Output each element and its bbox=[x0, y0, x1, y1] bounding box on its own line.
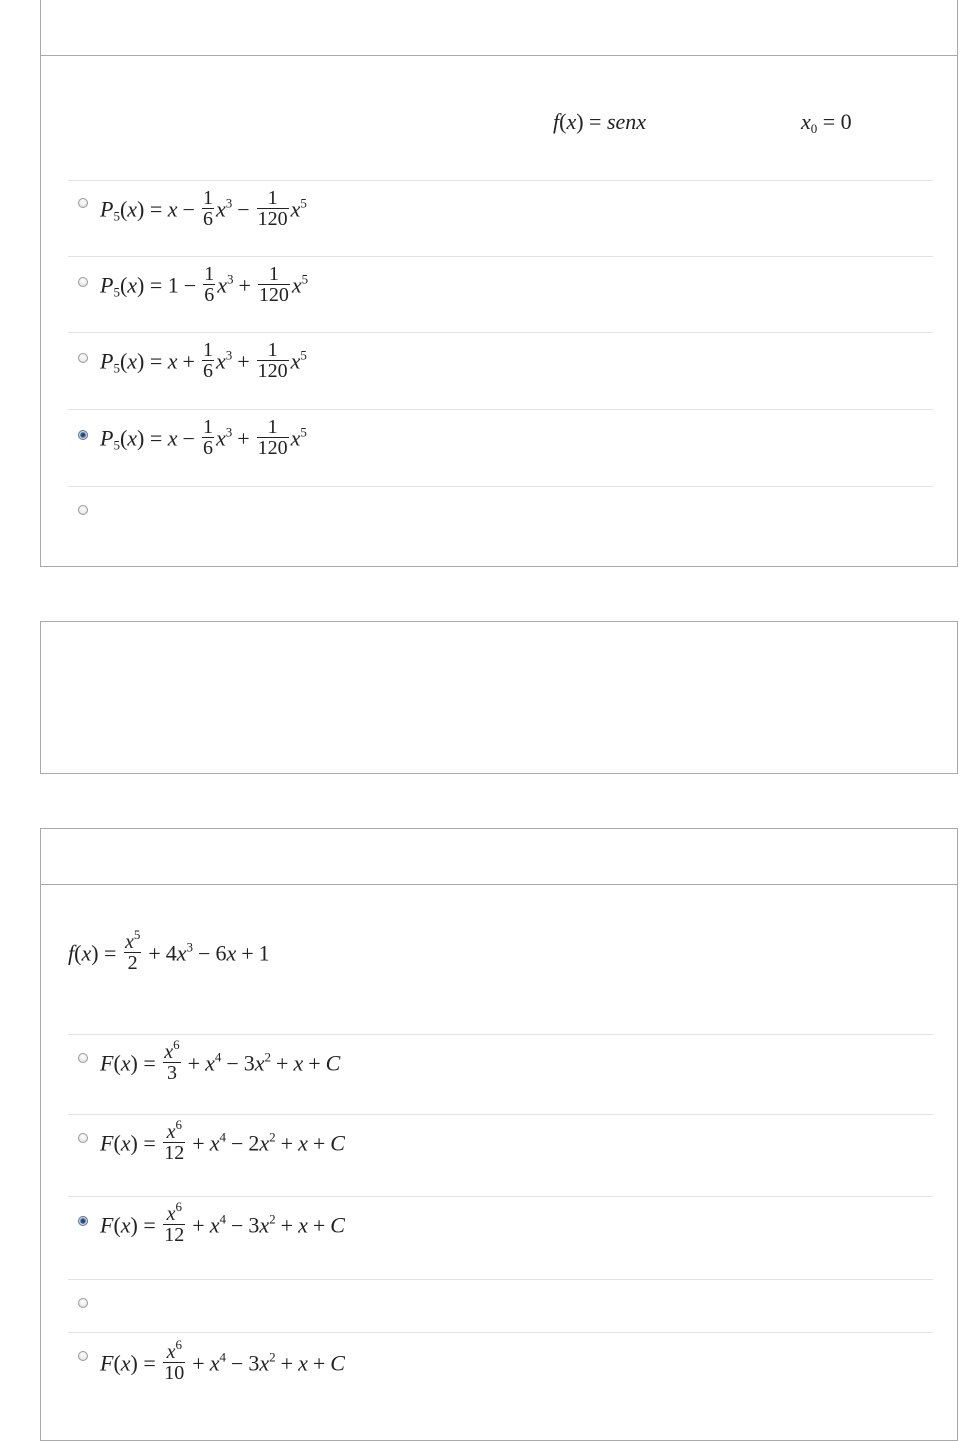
radio-button[interactable] bbox=[78, 1053, 88, 1063]
question-header bbox=[41, 829, 957, 885]
answer-option[interactable]: F(x) = x6 12 + x4−2x2 + x + C bbox=[68, 1114, 933, 1196]
radio-button-selected[interactable] bbox=[78, 430, 88, 440]
answer-option[interactable]: F(x) = x6 10 + x4−3x2 + x + C bbox=[68, 1332, 933, 1422]
radio-button[interactable] bbox=[78, 1133, 88, 1143]
option-formula: F(x) = x6 12 + x4−2x2 + x + C bbox=[100, 1117, 345, 1164]
radio-button[interactable] bbox=[78, 1351, 88, 1361]
option-formula: P5(x) = x +1 6 x3 +1 120 x5 bbox=[100, 339, 307, 382]
question-card-3: f(x) = x5 2 +4x3−6x +1 F(x) = x6 3 + x4−3x2 + x +… bbox=[40, 828, 958, 1441]
radio-button[interactable] bbox=[78, 1298, 88, 1308]
expansion-point: x0 = 0 bbox=[801, 109, 852, 136]
option-formula: P5(x) = 1−1 6 x3 +1 120 x5 bbox=[100, 263, 309, 306]
option-formula: F(x) = x6 12 + x4−3x2 + x + C bbox=[100, 1199, 345, 1246]
answer-option[interactable] bbox=[68, 486, 933, 546]
radio-button[interactable] bbox=[78, 505, 88, 515]
option-formula: P5(x) = x −1 6 x3 +1 120 x5 bbox=[100, 416, 307, 459]
answer-option[interactable]: P5(x) = 1−1 6 x3 +1 120 x5 bbox=[68, 256, 933, 333]
answer-option[interactable]: P5(x) = x −1 6 x3−1 120 x5 bbox=[68, 180, 933, 257]
option-formula: F(x) = x6 10 + x4−3x2 + x + C bbox=[100, 1337, 345, 1384]
answer-option[interactable]: P5(x) = x −1 6 x3 +1 120 x5 bbox=[68, 409, 933, 486]
answer-option[interactable]: P5(x) = x +1 6 x3 +1 120 x5 bbox=[68, 332, 933, 409]
question-card-2 bbox=[40, 621, 958, 774]
answer-option[interactable]: F(x) = x6 12 + x4−3x2 + x + C bbox=[68, 1196, 933, 1279]
option-formula: F(x) = x6 3 + x4−3x2 + x + C bbox=[100, 1037, 341, 1084]
question-card-1: f(x) = senx x0 = 0 P5(x) = x −1 6 x3−1 120 x5… bbox=[40, 0, 958, 567]
function-formula: f(x) = senx bbox=[553, 109, 647, 134]
radio-button-selected[interactable] bbox=[78, 1216, 88, 1226]
function-formula: f(x) = x5 2 +4x3−6x +1 bbox=[68, 927, 270, 974]
answer-option[interactable]: F(x) = x6 3 + x4−3x2 + x + C bbox=[68, 1034, 933, 1115]
answer-option[interactable] bbox=[68, 1279, 933, 1332]
option-formula: P5(x) = x −1 6 x3−1 120 x5 bbox=[100, 187, 307, 230]
radio-button[interactable] bbox=[78, 198, 88, 208]
radio-button[interactable] bbox=[78, 353, 88, 363]
radio-button[interactable] bbox=[78, 277, 88, 287]
question-header bbox=[41, 0, 957, 56]
